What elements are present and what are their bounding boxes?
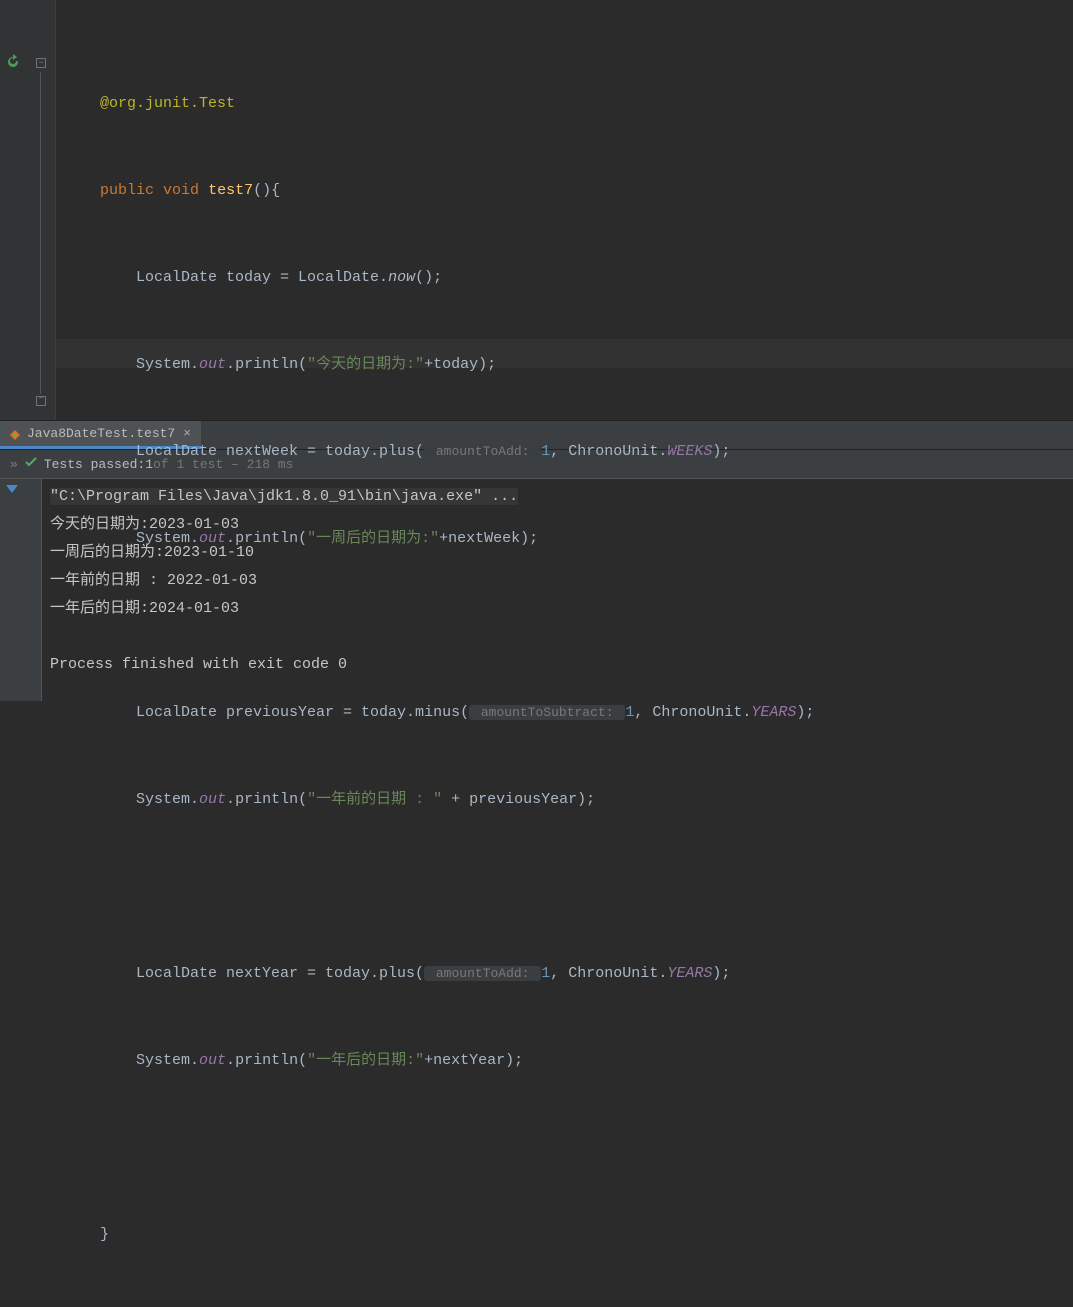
static-call: now <box>388 269 415 286</box>
param-hint: amountToAdd: <box>424 966 541 981</box>
param-hint: amountToAdd: <box>424 444 541 459</box>
code-text: System. <box>136 356 199 373</box>
out-field: out <box>199 530 226 547</box>
println: println <box>235 791 298 808</box>
println: println <box>235 356 298 373</box>
out-field: out <box>199 1052 226 1069</box>
code-text: LocalDate today = LocalDate. <box>136 269 388 286</box>
expand-icon[interactable]: » <box>4 457 24 472</box>
string-literal: "一周后的日期为:" <box>307 530 439 547</box>
check-icon <box>24 455 38 473</box>
println: println <box>235 1052 298 1069</box>
annotation: @org.junit.Test <box>100 95 235 112</box>
kw-public: public <box>100 182 154 199</box>
code-text: System. <box>136 791 199 808</box>
code-text: LocalDate nextYear = today.plus( <box>136 965 424 982</box>
string-literal: "一年后的日期:" <box>307 1052 424 1069</box>
fold-minus-icon[interactable]: − <box>36 58 46 68</box>
kw-void: void <box>163 182 199 199</box>
code-text: +today); <box>424 356 496 373</box>
code-text: +nextWeek); <box>439 530 538 547</box>
output-gutter <box>0 479 42 701</box>
string-literal: "一年前的日期 : " <box>307 791 442 808</box>
code-text: , ChronoUnit. <box>634 704 751 721</box>
println: println <box>235 530 298 547</box>
code-text: System. <box>136 530 199 547</box>
enum-const: YEARS <box>751 704 796 721</box>
enum-const: WEEKS <box>667 443 712 460</box>
param-hint: amountToSubtract: <box>469 705 625 720</box>
method-name: test7 <box>208 182 253 199</box>
out-field: out <box>199 791 226 808</box>
number-literal: 1 <box>541 443 550 460</box>
reload-icon[interactable] <box>5 54 21 70</box>
code-text: System. <box>136 1052 199 1069</box>
string-literal: "今天的日期为:" <box>307 356 424 373</box>
code-text: +nextYear); <box>424 1052 523 1069</box>
code-text: , ChronoUnit. <box>550 443 667 460</box>
diamond-icon <box>10 429 20 439</box>
code-editor[interactable]: − ⌃ @org.junit.Test public void test7(){… <box>0 0 1073 420</box>
collapse-icon[interactable] <box>6 485 18 502</box>
code-text: LocalDate nextWeek = today.plus( <box>136 443 424 460</box>
code-content[interactable]: @org.junit.Test public void test7(){ Loc… <box>56 0 1073 420</box>
code-text: + previousYear); <box>442 791 595 808</box>
code-text: , ChronoUnit. <box>550 965 667 982</box>
fold-close-icon[interactable]: ⌃ <box>36 396 46 406</box>
number-literal: 1 <box>625 704 634 721</box>
code-text: LocalDate previousYear = today.minus( <box>136 704 469 721</box>
gutter-left <box>0 0 26 420</box>
number-literal: 1 <box>541 965 550 982</box>
out-field: out <box>199 356 226 373</box>
gutter-fold: − ⌃ <box>26 0 56 420</box>
enum-const: YEARS <box>667 965 712 982</box>
